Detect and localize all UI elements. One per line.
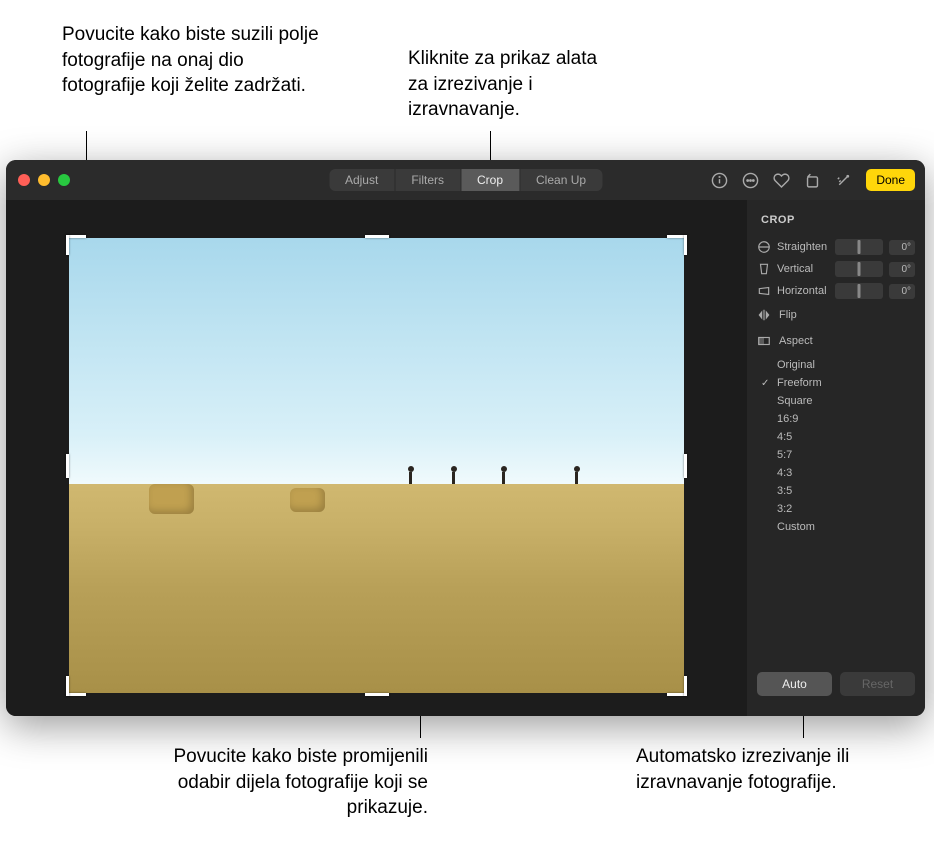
aspect-option-16-9[interactable]: 16:9 [747,410,925,428]
aspect-list: Original Freeform Square 16:9 4:5 5:7 4:… [747,354,925,538]
aspect-header[interactable]: Aspect [747,328,925,354]
aspect-option-original[interactable]: Original [747,356,925,374]
vertical-perspective-icon [757,262,771,276]
maximize-window-button[interactable] [58,174,70,186]
sidebar-title: CROP [747,210,925,236]
aspect-option-custom[interactable]: Custom [747,518,925,536]
photo-preview[interactable] [69,238,684,693]
aspect-label: Aspect [779,335,813,347]
aspect-icon [757,334,771,348]
editor-content: CROP Straighten 0° Vertical 0° Horizonta… [6,200,925,716]
aspect-option-3-2[interactable]: 3:2 [747,500,925,518]
sidebar-footer: Auto Reset [747,662,925,706]
aspect-option-4-5[interactable]: 4:5 [747,428,925,446]
crop-handle-top[interactable] [365,235,389,238]
photo-content [290,488,325,512]
editor-mode-tabs: Adjust Filters Crop Clean Up [329,169,602,191]
app-window: Adjust Filters Crop Clean Up Done [6,160,925,716]
titlebar: Adjust Filters Crop Clean Up Done [6,160,925,200]
crop-handle-bottom-right[interactable] [667,676,687,696]
straighten-slider[interactable] [835,239,883,255]
photo-content [407,470,415,488]
reset-button[interactable]: Reset [840,672,915,696]
straighten-label: Straighten [777,241,829,253]
crop-handle-bottom-left[interactable] [66,676,86,696]
horizontal-label: Horizontal [777,285,829,297]
aspect-option-3-5[interactable]: 3:5 [747,482,925,500]
photo-content [149,484,194,514]
vertical-slider[interactable] [835,261,883,277]
callout-bottom-right: Automatsko izrezivanje ili izravnavanje … [636,744,896,795]
tab-crop[interactable]: Crop [461,169,520,191]
callout-top-left: Povucite kako biste suzili polje fotogra… [62,22,322,99]
straighten-slider-row: Straighten 0° [747,236,925,258]
close-window-button[interactable] [18,174,30,186]
tab-adjust[interactable]: Adjust [329,169,395,191]
photo-content [450,470,458,488]
aspect-option-4-3[interactable]: 4:3 [747,464,925,482]
crop-handle-right[interactable] [684,454,687,478]
straighten-value: 0° [889,240,915,255]
horizontal-slider[interactable] [835,283,883,299]
flip-icon [757,308,771,322]
callout-bottom-left: Povucite kako biste promijenili odabir d… [148,744,428,821]
flip-button[interactable]: Flip [747,302,925,328]
crop-handle-top-left[interactable] [66,235,86,255]
horizontal-perspective-icon [757,284,771,298]
crop-handle-top-right[interactable] [667,235,687,255]
crop-frame[interactable] [69,238,684,693]
minimize-window-button[interactable] [38,174,50,186]
tab-cleanup[interactable]: Clean Up [520,169,602,191]
crop-handle-left[interactable] [66,454,69,478]
vertical-label: Vertical [777,263,829,275]
crop-handle-bottom[interactable] [365,693,389,696]
more-icon[interactable] [742,172,759,189]
vertical-value: 0° [889,262,915,277]
horizontal-value: 0° [889,284,915,299]
aspect-option-5-7[interactable]: 5:7 [747,446,925,464]
photo-content [500,470,508,488]
callout-top-right: Kliknite za prikaz alata za izrezivanje … [408,46,618,123]
info-icon[interactable] [711,172,728,189]
window-controls [6,174,70,186]
photo-content [573,470,581,488]
aspect-option-freeform[interactable]: Freeform [747,374,925,392]
aspect-option-square[interactable]: Square [747,392,925,410]
rotate-icon[interactable] [804,172,821,189]
horizontal-slider-row: Horizontal 0° [747,280,925,302]
done-button[interactable]: Done [866,169,915,191]
enhance-icon[interactable] [835,172,852,189]
auto-button[interactable]: Auto [757,672,832,696]
vertical-slider-row: Vertical 0° [747,258,925,280]
toolbar-right: Done [711,169,915,191]
crop-sidebar: CROP Straighten 0° Vertical 0° Horizonta… [747,200,925,716]
straighten-icon [757,240,771,254]
tab-filters[interactable]: Filters [395,169,461,191]
canvas-area [6,200,747,716]
flip-label: Flip [779,309,797,321]
favorite-icon[interactable] [773,172,790,189]
